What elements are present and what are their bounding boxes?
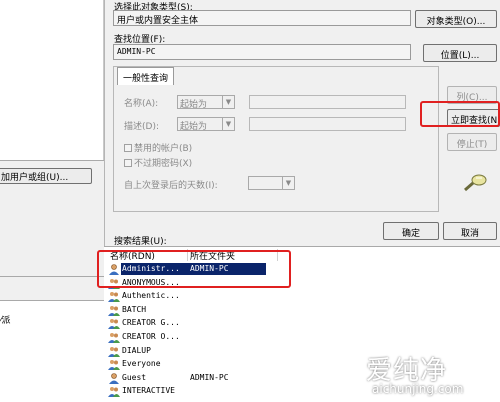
highlight-find-now — [420, 101, 500, 127]
background-permissions-pane — [0, 300, 104, 402]
group-icon — [108, 359, 120, 371]
result-name: CREATOR G... — [122, 318, 180, 328]
user-icon — [108, 372, 120, 384]
ok-button[interactable]: 确定 — [383, 222, 439, 240]
group-icon — [108, 318, 120, 330]
object-type-field: 用户或内置安全主体 — [113, 10, 411, 26]
table-row[interactable]: BATCH — [108, 304, 388, 317]
table-row[interactable]: Authentic... — [108, 290, 388, 303]
divider — [0, 160, 104, 161]
result-name: Authentic... — [122, 291, 180, 301]
disabled-accounts-label: 禁用的帐户(B) — [134, 144, 193, 154]
background-list-pane — [0, 0, 104, 160]
nonexpiring-password-label: 不过期密码(X) — [134, 159, 193, 169]
result-folder: ADMIN-PC — [190, 372, 229, 382]
chevron-down-icon: ▼ — [222, 96, 234, 108]
checkbox-icon — [124, 144, 132, 152]
add-users-or-groups-button[interactable]: 加用户或组(U)... — [0, 168, 92, 184]
stop-button[interactable]: 停止(T) — [447, 133, 497, 151]
cancel-button[interactable]: 取消 — [443, 222, 497, 240]
result-name: BATCH — [122, 304, 147, 314]
result-name: CREATOR O... — [122, 332, 180, 341]
watermark-url: aichunjing.com — [372, 382, 464, 396]
group-icon — [108, 332, 120, 343]
description-input[interactable] — [249, 117, 406, 131]
nonexpiring-password-option[interactable]: 不过期密码(X) — [124, 156, 192, 169]
chevron-down-icon: ▼ — [222, 118, 234, 130]
disabled-accounts-option[interactable]: 禁用的帐户(B) — [124, 141, 192, 154]
name-label: 名称(A): — [124, 99, 159, 109]
chevron-down-icon: ▼ — [282, 177, 294, 189]
result-name: DIALUP — [122, 345, 151, 355]
group-icon — [108, 305, 120, 316]
description-match-select[interactable]: 起始为 ▼ — [177, 117, 235, 132]
result-name: Guest — [122, 372, 147, 382]
result-name: INTERACTIVE — [122, 386, 175, 396]
search-icon — [462, 172, 490, 194]
locations-button[interactable]: 位置(L)... — [423, 44, 497, 62]
result-name: Everyone — [122, 359, 161, 369]
description-match-value: 起始为 — [180, 122, 208, 132]
name-match-value: 起始为 — [180, 100, 208, 110]
highlight-result — [97, 250, 291, 288]
days-since-login-select[interactable]: ▼ — [248, 176, 295, 190]
group-icon — [108, 346, 120, 357]
days-since-login-label: 自上次登录后的天数(I): — [124, 181, 218, 191]
background-text-fragment: ⁄派 — [0, 316, 11, 326]
name-match-select[interactable]: 起始为 ▼ — [177, 95, 235, 110]
checkbox-icon — [124, 159, 132, 167]
watermark-logo — [308, 348, 360, 396]
group-icon — [108, 291, 120, 303]
table-row[interactable]: CREATOR G... — [108, 317, 388, 330]
tab-common-queries[interactable]: 一般性查询 — [117, 67, 174, 85]
divider — [0, 276, 104, 277]
group-icon — [108, 386, 120, 398]
name-input[interactable] — [249, 95, 406, 109]
object-types-button[interactable]: 对象类型(O)... — [415, 10, 497, 28]
description-label: 描述(D): — [124, 122, 159, 132]
table-row[interactable]: CREATOR O... — [108, 331, 388, 344]
location-field: ADMIN-PC — [113, 44, 411, 60]
